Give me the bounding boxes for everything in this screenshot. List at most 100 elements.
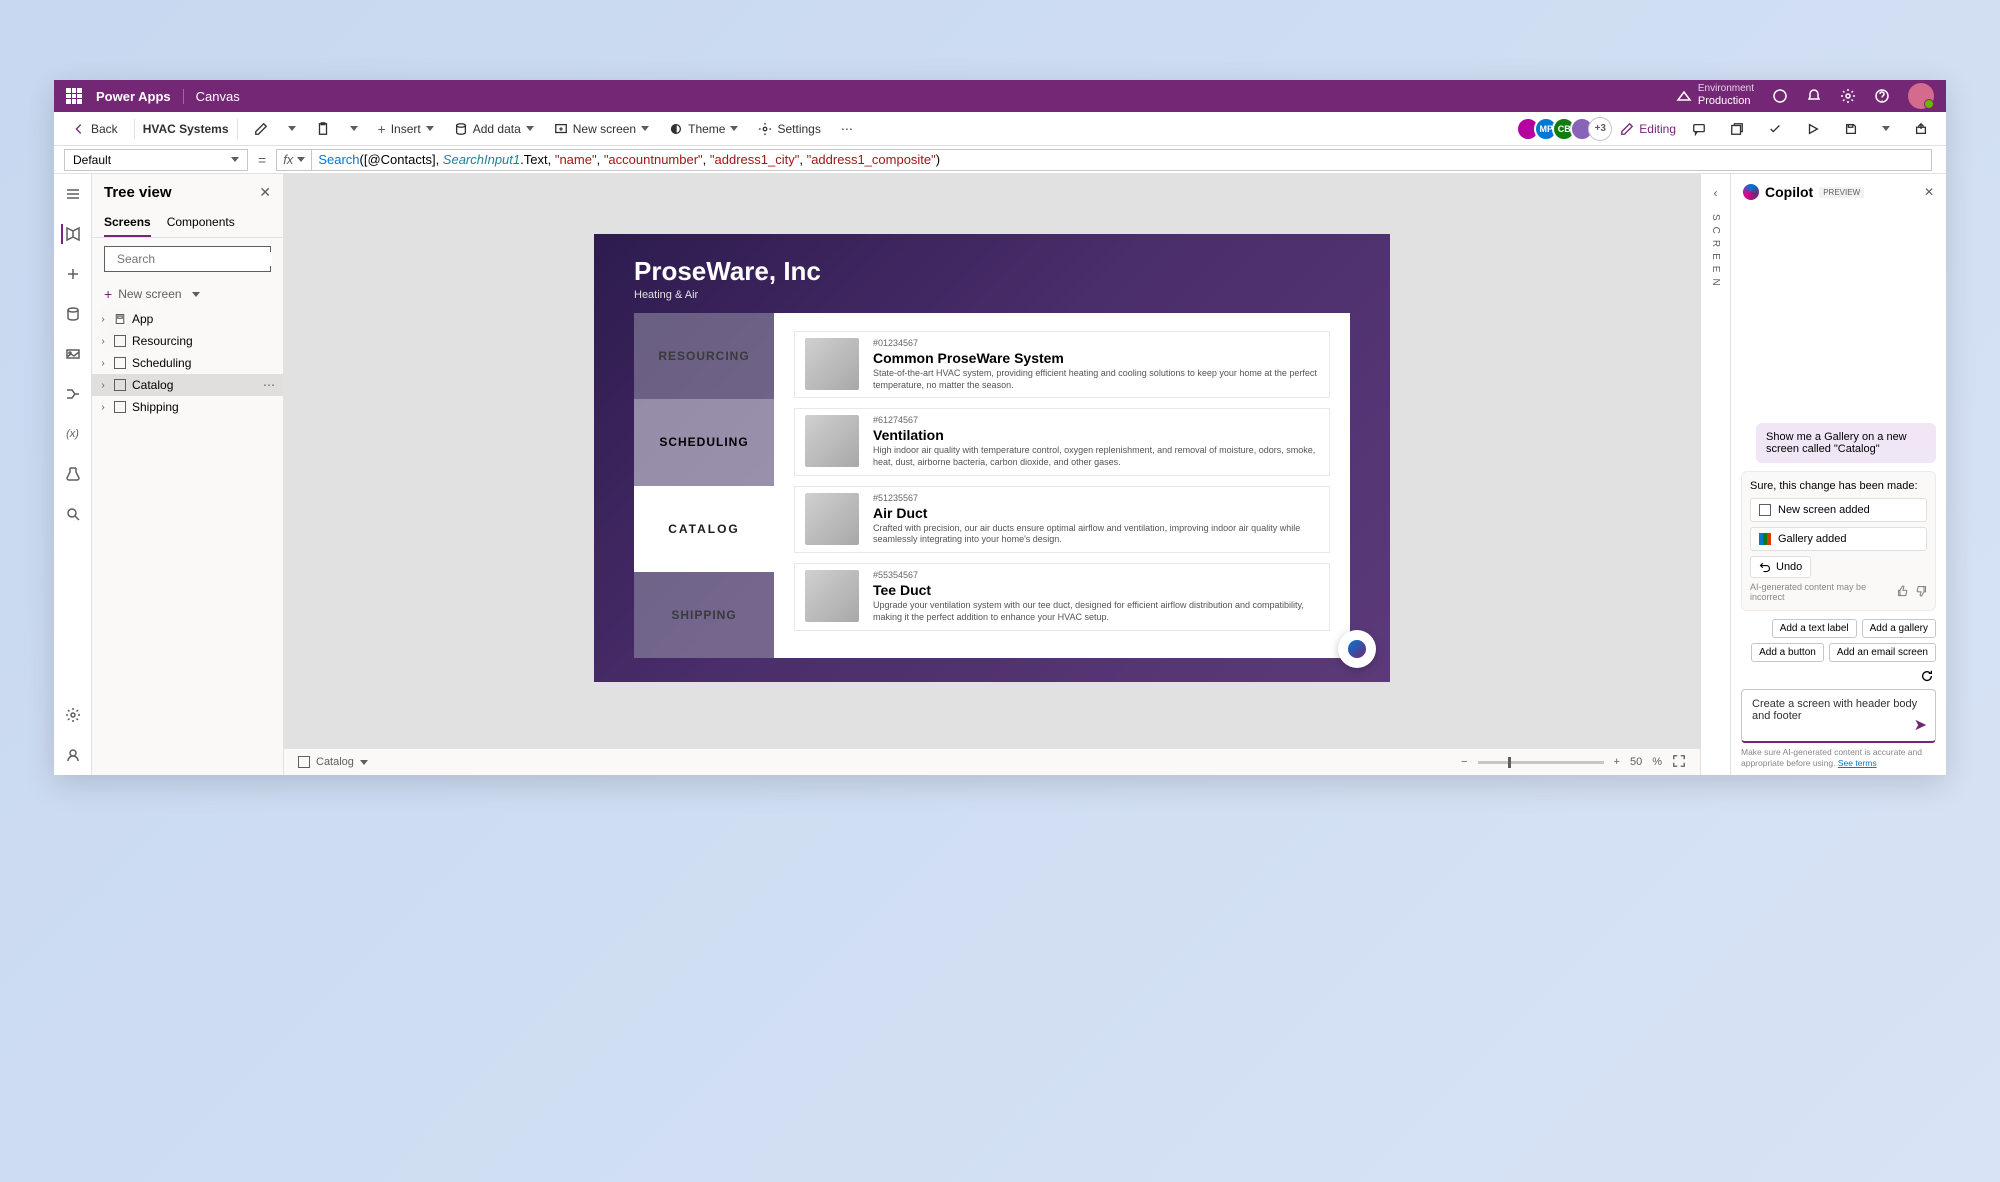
share-icon[interactable]	[1722, 118, 1752, 140]
variables-rail-icon[interactable]: (x)	[63, 424, 83, 444]
product-image	[805, 338, 859, 390]
property-dropdown[interactable]: Default	[64, 149, 248, 171]
suggestion-chip[interactable]: Add an email screen	[1829, 643, 1936, 662]
settings-button[interactable]: Settings	[750, 118, 828, 140]
zoom-slider[interactable]	[1478, 761, 1604, 764]
new-screen-button[interactable]: New screen	[546, 118, 657, 140]
tab-components[interactable]: Components	[167, 211, 235, 237]
screen-icon	[298, 756, 310, 768]
zoom-in-icon[interactable]: +	[1614, 756, 1620, 768]
close-copilot-icon[interactable]: ✕	[1924, 185, 1934, 199]
mode-label: Canvas	[183, 89, 240, 104]
tree-node-app[interactable]: › App	[92, 308, 283, 330]
expand-properties-icon[interactable]: ‹	[1714, 186, 1718, 200]
canvas-screen[interactable]: ProseWare, Inc Heating & Air RESOURCING …	[594, 234, 1390, 682]
product-name: Air Duct	[873, 505, 1319, 521]
virtual-agent-icon[interactable]	[63, 745, 83, 765]
checker-icon[interactable]	[1760, 118, 1790, 140]
app-launcher-icon[interactable]	[66, 88, 82, 104]
zoom-out-icon[interactable]: −	[1461, 756, 1467, 768]
nav-scheduling[interactable]: SCHEDULING	[634, 399, 774, 485]
suggestion-chip[interactable]: Add a gallery	[1862, 619, 1936, 638]
settings-rail-icon[interactable]	[63, 705, 83, 725]
media-rail-icon[interactable]	[63, 344, 83, 364]
hamburger-icon[interactable]	[63, 184, 83, 204]
close-icon[interactable]: ✕	[259, 184, 271, 201]
search-input[interactable]	[117, 252, 272, 266]
data-rail-icon[interactable]	[63, 304, 83, 324]
tests-rail-icon[interactable]	[63, 464, 83, 484]
back-button[interactable]: Back	[64, 118, 126, 140]
user-avatar[interactable]	[1908, 83, 1934, 109]
edit-dropdown[interactable]	[280, 122, 304, 135]
copilot-header-icon[interactable]	[1772, 88, 1788, 104]
paste-dropdown[interactable]	[342, 122, 366, 135]
tab-screens[interactable]: Screens	[104, 211, 151, 237]
preview-icon[interactable]	[1798, 118, 1828, 140]
see-terms-link[interactable]: See terms	[1838, 758, 1877, 768]
save-dropdown[interactable]	[1874, 122, 1898, 135]
node-more-icon[interactable]: ⋯	[263, 378, 275, 392]
add-data-label: Add data	[473, 122, 521, 136]
product-row[interactable]: #51235567 Air Duct Crafted with precisio…	[794, 486, 1330, 553]
gear-icon[interactable]	[1840, 88, 1856, 104]
nav-resourcing[interactable]: RESOURCING	[634, 313, 774, 399]
search-box[interactable]	[104, 246, 271, 272]
product-sku: #01234567	[873, 338, 1319, 348]
add-data-button[interactable]: Add data	[446, 118, 542, 140]
presence-more[interactable]: +3	[1588, 117, 1612, 141]
flows-rail-icon[interactable]	[63, 384, 83, 404]
thumbs-up-icon[interactable]	[1897, 585, 1909, 599]
suggestion-chip[interactable]: Add a text label	[1772, 619, 1857, 638]
product-row[interactable]: #55354567 Tee Duct Upgrade your ventilat…	[794, 563, 1330, 630]
insert-button[interactable]: + Insert	[370, 117, 442, 141]
formula-bar[interactable]: fx Search([@Contacts], SearchInput1.Text…	[276, 149, 1932, 171]
refresh-suggestions-icon[interactable]	[1918, 667, 1936, 685]
tree-node-scheduling[interactable]: › Scheduling	[92, 352, 283, 374]
theme-button[interactable]: Theme	[661, 118, 746, 140]
thumbs-down-icon[interactable]	[1915, 585, 1927, 599]
search-rail-icon[interactable]	[63, 504, 83, 524]
tree-node-shipping[interactable]: › Shipping	[92, 396, 283, 418]
settings-label: Settings	[777, 122, 820, 136]
environment-picker[interactable]: Environment Production	[1676, 83, 1754, 108]
fx-icon: fx	[277, 150, 312, 170]
help-icon[interactable]	[1874, 88, 1890, 104]
send-icon[interactable]: ➤	[1914, 715, 1927, 735]
copilot-change-card[interactable]: New screen added	[1750, 498, 1927, 522]
nav-catalog[interactable]: CATALOG	[634, 486, 774, 572]
edit-button[interactable]	[246, 118, 276, 140]
formula-text: Search([@Contacts], SearchInput1.Text, "…	[312, 152, 946, 167]
fit-icon[interactable]	[1672, 754, 1686, 771]
new-screen-tree-button[interactable]: + New screen	[92, 280, 283, 308]
copilot-input[interactable]: Create a screen with header body and foo…	[1741, 689, 1936, 743]
product-desc: Upgrade your ventilation system with our…	[873, 600, 1319, 623]
overflow-button[interactable]: ⋯	[833, 118, 861, 140]
paste-button[interactable]	[308, 118, 338, 140]
suggestion-chip[interactable]: Add a button	[1751, 643, 1824, 662]
copilot-change-card[interactable]: Gallery added	[1750, 527, 1927, 551]
brand-label: Power Apps	[96, 89, 171, 104]
copilot-fab[interactable]	[1338, 630, 1376, 668]
comments-icon[interactable]	[1684, 118, 1714, 140]
status-screen-name: Catalog	[316, 756, 354, 768]
product-row[interactable]: #01234567 Common ProseWare System State-…	[794, 331, 1330, 398]
bell-icon[interactable]	[1806, 88, 1822, 104]
undo-button[interactable]: Undo	[1750, 556, 1811, 578]
tree-label: Catalog	[132, 378, 173, 392]
product-row[interactable]: #61274567 Ventilation High indoor air qu…	[794, 408, 1330, 475]
editing-mode[interactable]: Editing	[1620, 122, 1676, 136]
nav-shipping[interactable]: SHIPPING	[634, 572, 774, 658]
save-icon[interactable]	[1836, 118, 1866, 140]
property-value: Default	[73, 153, 111, 167]
product-gallery[interactable]: #01234567 Common ProseWare System State-…	[774, 313, 1350, 658]
theme-label: Theme	[688, 122, 725, 136]
product-name: Ventilation	[873, 427, 1319, 443]
tree-node-resourcing[interactable]: › Resourcing	[92, 330, 283, 352]
presence-stack[interactable]: MP CB +3	[1522, 117, 1612, 141]
undo-label: Undo	[1776, 561, 1802, 573]
insert-rail-icon[interactable]	[63, 264, 83, 284]
publish-icon[interactable]	[1906, 118, 1936, 140]
tree-node-catalog[interactable]: › Catalog ⋯	[92, 374, 283, 396]
tree-view-icon[interactable]	[61, 224, 83, 244]
